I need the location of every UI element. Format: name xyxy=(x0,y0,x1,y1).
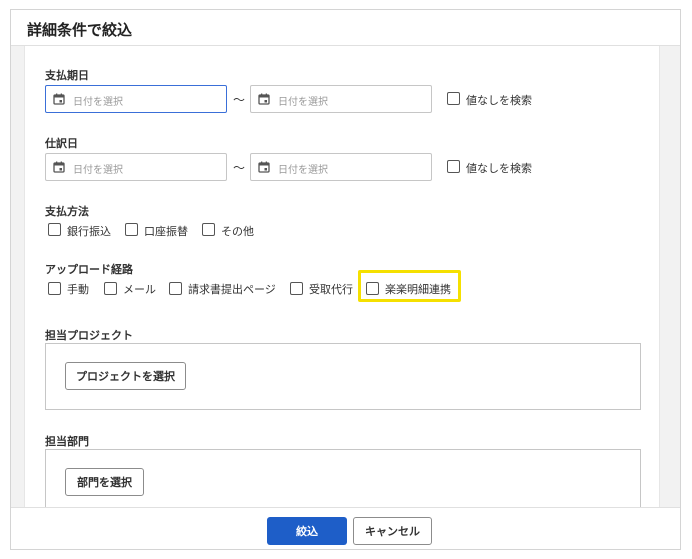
select-department-button[interactable]: 部門を選択 xyxy=(65,468,144,496)
journal-date-no-value-label: 値なしを検索 xyxy=(466,162,532,175)
project-select-area: プロジェクトを選択 xyxy=(45,343,641,410)
filter-dialog: 詳細条件で絞込 支払期日 日付を選択 〜 日付を選択 値なしを検索 仕訳日 日付… xyxy=(10,9,681,550)
department-label: 担当部門 xyxy=(45,435,89,448)
payment-method-label: 支払方法 xyxy=(45,205,89,218)
journal-date-to-input[interactable]: 日付を選択 xyxy=(250,153,432,181)
payment-method-option-label: その他 xyxy=(221,225,254,238)
upload-route-label: アップロード経路 xyxy=(45,263,133,276)
date-range-separator: 〜 xyxy=(233,93,246,107)
calendar-icon xyxy=(53,161,65,173)
dialog-title: 詳細条件で絞込 xyxy=(27,21,133,39)
upload-route-option-label: 受取代行 xyxy=(309,283,353,296)
select-project-button[interactable]: プロジェクトを選択 xyxy=(65,362,186,390)
payment-date-no-value-label: 値なしを検索 xyxy=(466,94,532,107)
payment-date-no-value-checkbox[interactable] xyxy=(447,92,460,105)
dialog-footer: 絞込 キャンセル xyxy=(11,507,680,549)
upload-route-proxy-checkbox[interactable] xyxy=(290,282,303,295)
date-range-separator: 〜 xyxy=(233,161,246,175)
journal-date-label: 仕訳日 xyxy=(45,137,78,150)
calendar-icon xyxy=(258,93,270,105)
apply-filter-button[interactable]: 絞込 xyxy=(267,517,347,545)
date-placeholder: 日付を選択 xyxy=(73,97,123,108)
dialog-body: 支払期日 日付を選択 〜 日付を選択 値なしを検索 仕訳日 日付を選択 〜 日付… xyxy=(11,46,680,509)
calendar-icon xyxy=(258,161,270,173)
payment-date-to-input[interactable]: 日付を選択 xyxy=(250,85,432,113)
date-placeholder: 日付を選択 xyxy=(73,165,123,176)
left-gutter xyxy=(11,46,25,509)
payment-method-other-checkbox[interactable] xyxy=(202,223,215,236)
department-select-area: 部門を選択 xyxy=(45,449,641,509)
payment-date-label: 支払期日 xyxy=(45,69,89,82)
payment-method-option-label: 銀行振込 xyxy=(67,225,111,238)
project-label: 担当プロジェクト xyxy=(45,329,133,342)
upload-route-manual-checkbox[interactable] xyxy=(48,282,61,295)
upload-route-invoice-page-checkbox[interactable] xyxy=(169,282,182,295)
payment-method-option-label: 口座振替 xyxy=(144,225,188,238)
upload-route-option-label: メール xyxy=(123,283,156,296)
journal-date-from-input[interactable]: 日付を選択 xyxy=(45,153,227,181)
dialog-header: 詳細条件で絞込 xyxy=(11,10,680,46)
upload-route-rakuraku-checkbox[interactable] xyxy=(366,282,379,295)
cancel-button[interactable]: キャンセル xyxy=(353,517,432,545)
filter-form: 支払期日 日付を選択 〜 日付を選択 値なしを検索 仕訳日 日付を選択 〜 日付… xyxy=(45,46,645,509)
upload-route-option-label: 手動 xyxy=(67,283,89,296)
upload-route-email-checkbox[interactable] xyxy=(104,282,117,295)
payment-date-from-input[interactable]: 日付を選択 xyxy=(45,85,227,113)
scrollbar-track[interactable] xyxy=(659,46,680,509)
date-placeholder: 日付を選択 xyxy=(278,97,328,108)
payment-method-direct-debit-checkbox[interactable] xyxy=(125,223,138,236)
payment-method-bank-transfer-checkbox[interactable] xyxy=(48,223,61,236)
upload-route-option-label: 請求書提出ページ xyxy=(188,283,276,296)
journal-date-no-value-checkbox[interactable] xyxy=(447,160,460,173)
upload-route-option-label: 楽楽明細連携 xyxy=(385,283,451,296)
date-placeholder: 日付を選択 xyxy=(278,165,328,176)
calendar-icon xyxy=(53,93,65,105)
